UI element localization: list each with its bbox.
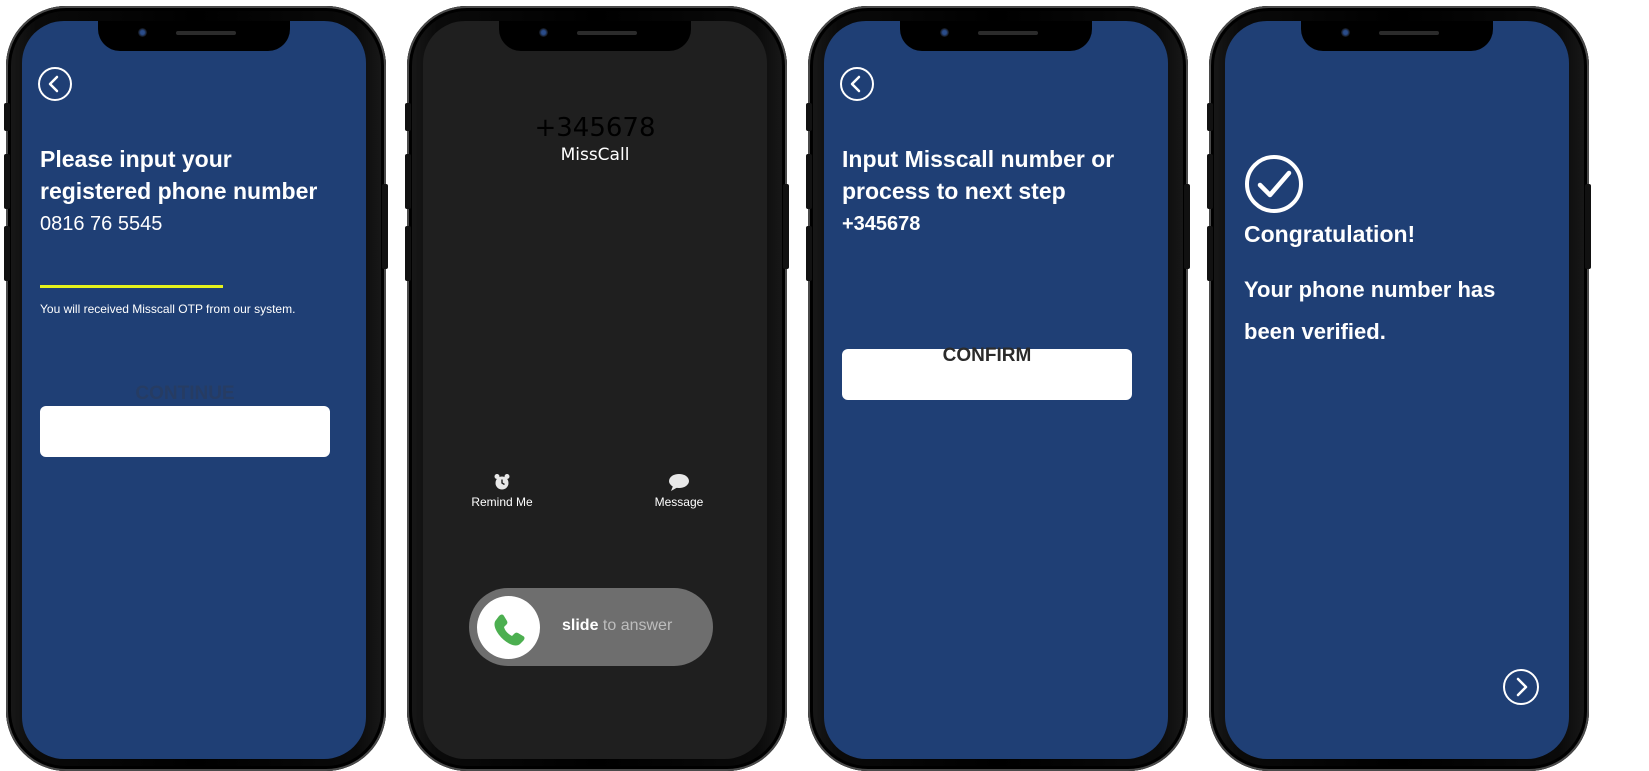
- otp-hint: You will received Misscall OTP from our …: [40, 302, 296, 316]
- phone-number-input[interactable]: 0816 76 5545: [40, 213, 162, 236]
- power-button: [382, 184, 388, 269]
- mute-switch: [1207, 103, 1213, 131]
- volume-up-button: [4, 154, 10, 209]
- back-icon[interactable]: [38, 67, 72, 101]
- next-icon[interactable]: [1503, 669, 1539, 705]
- phone-frame-2: +345678 MissCall Remind Me Message slide…: [405, 6, 789, 771]
- alarm-clock-icon: [494, 474, 510, 490]
- verified-message: Your phone number has been verified.: [1244, 277, 1496, 344]
- volume-down-button: [806, 226, 812, 281]
- notch: [900, 21, 1092, 51]
- remind-me-label: Remind Me: [471, 495, 533, 509]
- confirm-label: CONFIRM: [942, 345, 1032, 366]
- phone-frame-3: Input Misscall number or process to next…: [806, 6, 1190, 771]
- message-action[interactable]: Message: [645, 473, 713, 509]
- volume-down-button: [405, 226, 411, 281]
- mute-switch: [4, 103, 10, 131]
- power-button: [1184, 184, 1190, 269]
- phone-frame-4: Congratulation! Your phone number has be…: [1207, 6, 1591, 771]
- misscall-number-input[interactable]: +345678: [842, 213, 920, 236]
- message-bubble-icon: [669, 474, 689, 491]
- volume-down-button: [4, 226, 10, 281]
- volume-up-button: [806, 154, 812, 209]
- phone-icon: [494, 614, 525, 646]
- slide-to-answer-track[interactable]: slide to answer: [469, 588, 713, 666]
- page-title: Please input your registered phone numbe…: [40, 146, 318, 204]
- message-label: Message: [654, 495, 704, 509]
- power-button: [1585, 184, 1591, 269]
- mute-switch: [405, 103, 411, 131]
- check-circle-icon: [1245, 155, 1303, 213]
- screen-phone-input: Please input your registered phone numbe…: [22, 21, 366, 759]
- volume-down-button: [1207, 226, 1213, 281]
- power-button: [783, 184, 789, 269]
- continue-button[interactable]: [40, 406, 330, 457]
- notch: [98, 21, 290, 51]
- screen-verified: Congratulation! Your phone number has be…: [1225, 21, 1569, 759]
- notch: [499, 21, 691, 51]
- congrats-heading: Congratulation!: [1244, 221, 1416, 247]
- answer-slider-knob[interactable]: [477, 596, 540, 659]
- notch: [1301, 21, 1493, 51]
- input-underline: [40, 285, 223, 288]
- back-icon[interactable]: [840, 67, 874, 101]
- volume-up-button: [405, 154, 411, 209]
- page-title: Input Misscall number or process to next…: [842, 146, 1115, 204]
- screen-confirm-number: Input Misscall number or process to next…: [824, 21, 1168, 759]
- mute-switch: [806, 103, 812, 131]
- caller-name: MissCall: [560, 145, 630, 165]
- volume-up-button: [1207, 154, 1213, 209]
- caller-number: +345678: [534, 113, 656, 143]
- continue-label: CONTINUE: [135, 383, 235, 404]
- confirm-button[interactable]: CONFIRM: [842, 345, 1132, 400]
- phone-frame-1: Please input your registered phone numbe…: [4, 6, 388, 771]
- screen-incoming-call: +345678 MissCall Remind Me Message slide…: [423, 21, 767, 759]
- slide-to-answer-text: slide to answer: [562, 617, 673, 634]
- remind-me-action[interactable]: Remind Me: [467, 473, 537, 509]
